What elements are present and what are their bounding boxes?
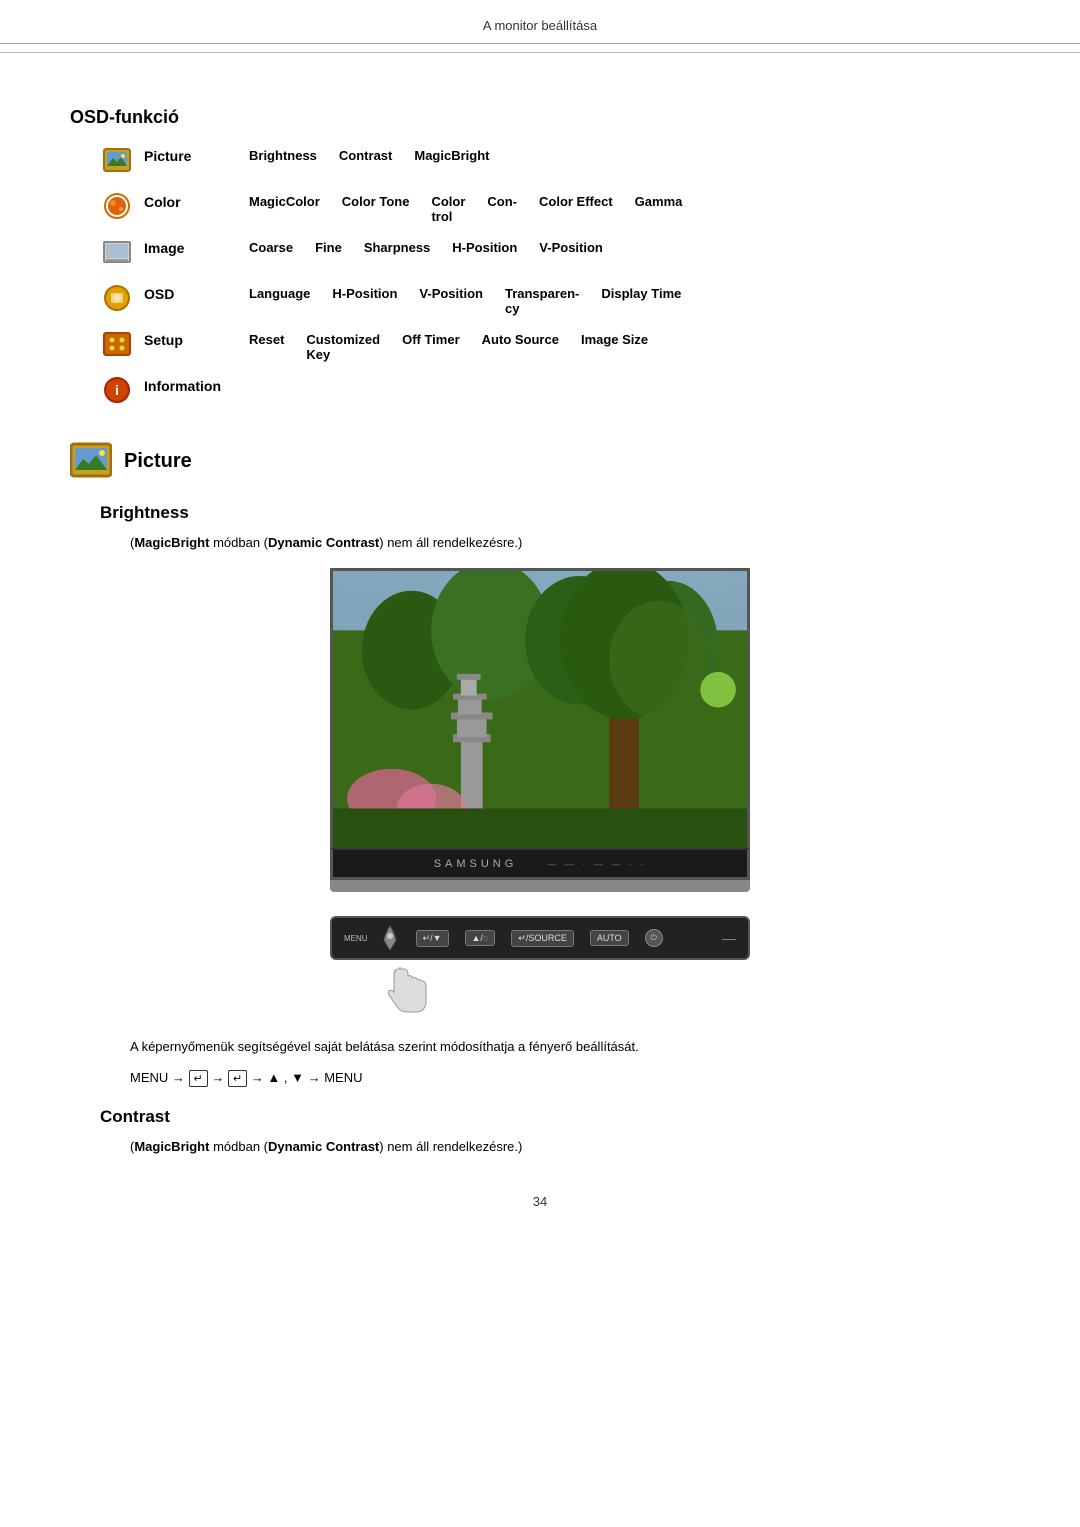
osd-items-picture: Brightness Contrast MagicBright [249,146,489,163]
brightness-title: Brightness [100,503,1010,523]
color-icon [100,192,134,220]
osd-item: Sharpness [364,240,430,255]
arrow-down-indicator [380,924,400,952]
osd-item: CustomizedKey [306,332,380,362]
osd-item: Coarse [249,240,293,255]
osd-item: Gamma [635,194,683,224]
osd-item: V-Position [419,286,483,316]
monitor-image: SAMSUNG — — · — — · · [330,568,750,892]
osd-section-title: OSD-funkció [70,107,1010,128]
setup-icon [100,330,134,358]
osd-row-information: i Information [100,376,1010,412]
menu-label: MENU [344,934,368,943]
osd-items-setup: Reset CustomizedKey Off Timer Auto Sourc… [249,330,648,362]
osd-item: MagicColor [249,194,320,224]
osd-item: Language [249,286,310,316]
picture-icon-large [70,442,112,481]
osd-item: Brightness [249,148,317,163]
osd-row-osd: OSD Language H-Position V-Position Trans… [100,284,1010,320]
osd-item: Con- [487,194,517,224]
control-panel: MENU ↵/▼ ▲/◌ ↵/SOURCE AUTO ⏻ — [330,916,750,960]
osd-items-color: MagicColor Color Tone Colortrol Con- Col… [249,192,682,224]
brightness-desc: A képernyőmenük segítségével saját belát… [130,1037,1010,1058]
ctrl-btn-2[interactable]: ▲/◌ [465,930,496,946]
header-title: A monitor beállítása [483,18,597,33]
osd-item: Auto Source [482,332,559,362]
contrast-title: Contrast [100,1107,1010,1127]
power-button[interactable]: ⏻ [645,929,663,947]
osd-items-image: Coarse Fine Sharpness H-Position V-Posit… [249,238,603,255]
control-panel-container: MENU ↵/▼ ▲/◌ ↵/SOURCE AUTO ⏻ — [330,916,750,1017]
osd-row-setup: Setup Reset CustomizedKey Off Timer Auto… [100,330,1010,366]
monitor-bezel: SAMSUNG — — · — — · · [330,848,750,880]
page-number: 34 [70,1194,1010,1209]
osd-item: Image Size [581,332,648,362]
osd-item: H-Position [332,286,397,316]
monitor-screen [330,568,750,848]
osd-icon [100,284,134,312]
osd-item: Color Effect [539,194,613,224]
osd-row-picture: Picture Brightness Contrast MagicBright [100,146,1010,182]
osd-label-information: Information [144,376,249,394]
ctrl-btn-1[interactable]: ↵/▼ [416,930,449,947]
brightness-note: (MagicBright módban (Dynamic Contrast) n… [130,535,1010,550]
contrast-note: (MagicBright módban (Dynamic Contrast) n… [130,1139,1010,1154]
osd-item: Contrast [339,148,392,163]
osd-label-image: Image [144,238,249,256]
svg-text:i: i [115,382,119,398]
osd-row-color: Color MagicColor Color Tone Colortrol Co… [100,192,1010,228]
osd-label-picture: Picture [144,146,249,164]
hand-pointer [378,964,750,1017]
osd-label-osd: OSD [144,284,249,302]
osd-item: V-Position [539,240,603,255]
information-icon: i [100,376,134,404]
osd-item: Reset [249,332,284,362]
osd-item: MagicBright [414,148,489,163]
ctrl-btn-auto[interactable]: AUTO [590,930,629,946]
osd-label-setup: Setup [144,330,249,348]
ctrl-btn-3[interactable]: ↵/SOURCE [511,930,574,947]
osd-item: Transparen-cy [505,286,579,316]
page-content: OSD-funkció Picture Brightness Contrast … [0,77,1080,1259]
osd-item: Off Timer [402,332,460,362]
osd-item: Colortrol [431,194,465,224]
osd-table: Picture Brightness Contrast MagicBright … [100,146,1010,412]
picture-icon [100,146,134,174]
picture-title: Picture [124,450,192,473]
page-header: A monitor beállítása [0,0,1080,44]
osd-items-osd: Language H-Position V-Position Transpare… [249,284,681,316]
picture-section-heading: Picture [70,442,1010,481]
osd-row-image: Image Coarse Fine Sharpness H-Position V… [100,238,1010,274]
osd-item: Color Tone [342,194,410,224]
osd-label-color: Color [144,192,249,210]
osd-item: Fine [315,240,342,255]
osd-item: H-Position [452,240,517,255]
menu-nav: MENU → ↵ → ↵ → ▲ , ▼ → MENU [130,1070,1010,1087]
ctrl-dash: — [722,930,736,946]
image-icon [100,238,134,266]
monitor-stand [330,880,750,892]
osd-item: Display Time [601,286,681,316]
